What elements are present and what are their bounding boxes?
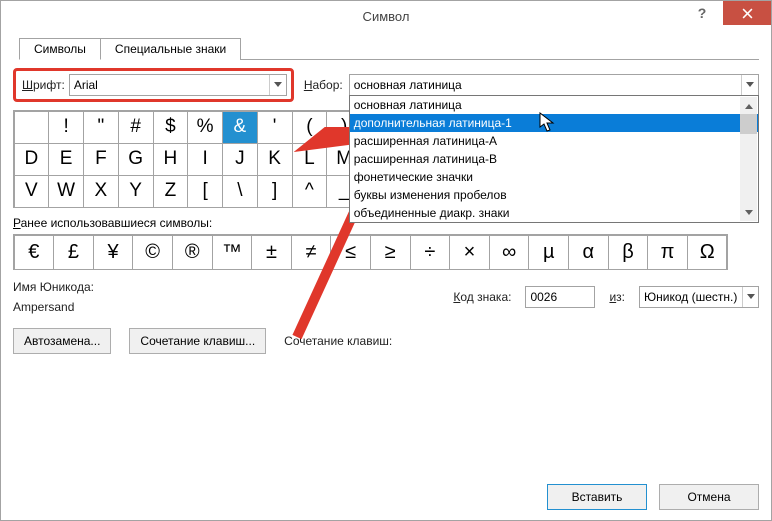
autocorrect-button[interactable]: Автозамена... <box>13 328 111 354</box>
char-cell[interactable]: G <box>118 143 154 176</box>
char-cell[interactable]: ' <box>257 111 293 144</box>
recent-char-cell[interactable]: ≤ <box>330 235 371 270</box>
set-dropdown-button[interactable] <box>741 75 758 95</box>
font-input[interactable] <box>70 75 269 95</box>
set-option[interactable]: расширенная латиница-B <box>350 150 758 168</box>
recent-char-cell[interactable]: € <box>14 235 55 270</box>
recent-char-cell[interactable]: π <box>647 235 688 270</box>
char-cell[interactable]: H <box>153 143 189 176</box>
recent-char-cell[interactable]: ÷ <box>410 235 451 270</box>
tab-symbols[interactable]: Символы <box>19 38 101 60</box>
recent-char-cell[interactable]: × <box>449 235 490 270</box>
font-label: Шрифт: <box>22 78 65 92</box>
tab-bar: Символы Специальные знаки <box>19 37 759 60</box>
char-cell[interactable]: V <box>14 175 50 208</box>
from-label: из: <box>609 290 625 304</box>
insert-button[interactable]: Вставить <box>547 484 647 510</box>
from-input[interactable] <box>640 287 742 307</box>
from-combo[interactable] <box>639 286 759 308</box>
char-cell[interactable]: K <box>257 143 293 176</box>
char-cell[interactable]: I <box>187 143 223 176</box>
chevron-down-icon <box>747 294 755 300</box>
font-field-highlight: Шрифт: <box>13 68 294 102</box>
window-controls: ? <box>681 1 771 25</box>
set-combo-wrap: основная латиницадополнительная латиница… <box>349 74 759 96</box>
char-cell[interactable]: $ <box>153 111 189 144</box>
char-cell[interactable]: % <box>187 111 223 144</box>
scroll-up-icon[interactable] <box>740 97 757 114</box>
font-combo[interactable] <box>69 74 287 96</box>
recent-char-cell[interactable]: £ <box>53 235 94 270</box>
chevron-down-icon <box>746 82 754 88</box>
set-option[interactable]: расширенная латиница-A <box>350 132 758 150</box>
cancel-button[interactable]: Отмена <box>659 484 759 510</box>
help-button[interactable]: ? <box>681 1 723 25</box>
symbol-dialog: Символ ? Символы Специальные знаки Шрифт… <box>0 0 772 521</box>
window-title: Символ <box>363 9 410 24</box>
recent-char-cell[interactable]: µ <box>528 235 569 270</box>
unicode-name-label: Имя Юникода: <box>13 280 94 294</box>
set-option[interactable]: буквы изменения пробелов <box>350 186 758 204</box>
char-code-input[interactable] <box>525 286 595 308</box>
set-input[interactable] <box>350 75 741 95</box>
recent-char-cell[interactable]: α <box>568 235 609 270</box>
shortcut-button[interactable]: Сочетание клавиш... <box>129 328 266 354</box>
char-cell[interactable]: W <box>48 175 84 208</box>
set-option[interactable]: фонетические значки <box>350 168 758 186</box>
unicode-name-block: Имя Юникода: Ampersand <box>13 280 94 314</box>
char-cell[interactable]: [ <box>187 175 223 208</box>
char-cell[interactable]: Y <box>118 175 154 208</box>
recent-char-cell[interactable]: ® <box>172 235 213 270</box>
close-icon <box>742 8 753 19</box>
char-cell[interactable]: & <box>222 111 258 144</box>
char-cell[interactable]: D <box>14 143 50 176</box>
dialog-buttons: Вставить Отмена <box>1 473 771 520</box>
set-option[interactable]: объединенные диакр. знаки <box>350 204 758 222</box>
scrollbar[interactable] <box>740 97 757 221</box>
recent-char-cell[interactable]: ∞ <box>489 235 530 270</box>
char-cell[interactable]: " <box>83 111 119 144</box>
recent-char-cell[interactable]: ¥ <box>93 235 134 270</box>
char-cell[interactable]: \ <box>222 175 258 208</box>
char-cell[interactable]: ( <box>292 111 328 144</box>
recent-char-cell[interactable]: ™ <box>212 235 253 270</box>
char-cell[interactable]: ! <box>48 111 84 144</box>
char-cell[interactable]: # <box>118 111 154 144</box>
close-button[interactable] <box>723 1 771 25</box>
scroll-thumb[interactable] <box>740 114 757 134</box>
shortcut-display-label: Сочетание клавиш: <box>284 334 392 348</box>
recent-char-cell[interactable]: ≥ <box>370 235 411 270</box>
char-cell[interactable]: ^ <box>292 175 328 208</box>
recent-char-cell[interactable]: © <box>132 235 173 270</box>
recent-char-cell[interactable]: ≠ <box>291 235 332 270</box>
char-cell[interactable]: J <box>222 143 258 176</box>
cursor-icon <box>539 112 557 134</box>
font-dropdown-button[interactable] <box>269 75 286 95</box>
char-cell[interactable]: ] <box>257 175 293 208</box>
titlebar: Символ ? <box>1 1 771 31</box>
char-cell[interactable]: L <box>292 143 328 176</box>
recent-char-cell[interactable]: Ω <box>687 235 728 270</box>
char-cell[interactable]: E <box>48 143 84 176</box>
set-label: Набор: <box>304 78 343 92</box>
recent-char-cell[interactable]: ± <box>251 235 292 270</box>
tab-special[interactable]: Специальные знаки <box>100 38 241 60</box>
from-dropdown-button[interactable] <box>742 287 758 307</box>
char-cell[interactable]: F <box>83 143 119 176</box>
char-cell[interactable]: Z <box>153 175 189 208</box>
set-combo[interactable] <box>349 74 759 96</box>
char-cell[interactable]: X <box>83 175 119 208</box>
unicode-name-value: Ampersand <box>13 300 94 314</box>
char-code-label: Код знака: <box>453 290 511 304</box>
chevron-down-icon <box>274 82 282 88</box>
recent-char-cell[interactable]: β <box>608 235 649 270</box>
recent-grid[interactable]: €£¥©®™±≠≤≥÷×∞µαβπΩ <box>13 234 728 270</box>
char-cell[interactable] <box>14 111 50 144</box>
scroll-down-icon[interactable] <box>740 204 757 221</box>
